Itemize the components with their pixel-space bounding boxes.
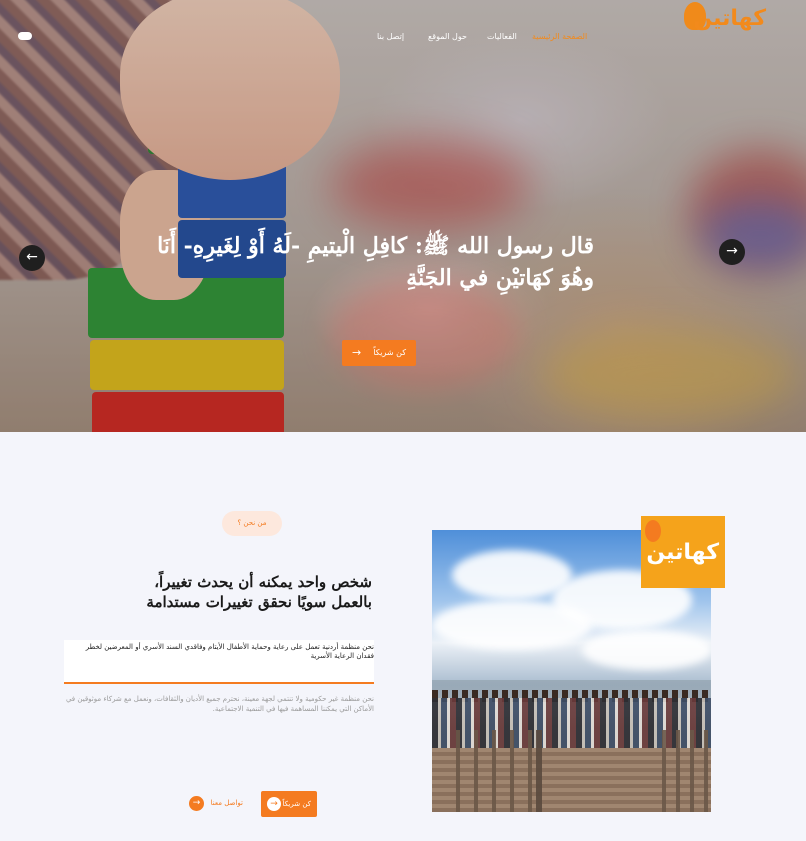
logo-text: كهاتين xyxy=(693,6,766,31)
logo-badge: كهاتين xyxy=(641,516,725,588)
photo-railing xyxy=(442,730,542,812)
nav-item-contact[interactable]: إتصل بنا xyxy=(377,32,404,41)
arrow-right-icon: → xyxy=(189,796,204,811)
about-heading-line2: بالعمل سويًا نحقق تغييرات مستدامة xyxy=(146,593,372,611)
hero-partner-button-label: كن شريكاً xyxy=(373,348,406,357)
about-highlight-box: نحن منظمة أردنية تعمل على رعاية وحماية ا… xyxy=(64,640,374,684)
about-heading-line1: شخص واحد يمكنه أن يحدث تغييراً، xyxy=(154,573,372,591)
arrow-right-icon: → xyxy=(726,243,738,259)
hero-overlay xyxy=(0,0,806,432)
hero-partner-button[interactable]: كن شريكاً → xyxy=(342,340,416,366)
about-highlight-text: نحن منظمة أردنية تعمل على رعاية وحماية ا… xyxy=(85,643,374,660)
photo-cloud xyxy=(432,600,592,650)
partner-button-label: كن شريكاً xyxy=(282,800,311,808)
nav-item-events[interactable]: الفعاليات xyxy=(487,32,517,41)
carousel-prev-button[interactable]: ← xyxy=(19,245,45,271)
arrow-right-icon: → xyxy=(352,346,362,359)
about-heading: شخص واحد يمكنه أن يحدث تغييراً، بالعمل س… xyxy=(80,572,372,612)
about-pill-badge: من نحن ؟ xyxy=(222,511,282,536)
arrow-left-icon: ← xyxy=(26,249,38,265)
nav-item-home[interactable]: الصفحة الرئيسية xyxy=(532,32,587,41)
logo-badge-text: كهاتين xyxy=(646,540,719,565)
nav-item-about[interactable]: حول الموقع xyxy=(428,32,467,41)
about-description: نحن منظمة غير حكومية ولا تنتمي لجهة معين… xyxy=(65,695,374,713)
photo-railing xyxy=(652,730,711,812)
logo-hand-icon xyxy=(645,520,661,542)
carousel-next-button[interactable]: → xyxy=(719,239,745,265)
arrow-right-icon: → xyxy=(267,797,281,811)
partner-button[interactable]: → كن شريكاً xyxy=(261,791,317,817)
photo-cloud xyxy=(582,630,711,670)
hero-title: قال رسول الله ﷺ: كافِلِ الْيتيمِ -لَهُ أ… xyxy=(157,233,594,291)
contact-button-label: تواصل معنا xyxy=(210,799,243,807)
hero-banner: كهاتين الصفحة الرئيسية الفعاليات حول الم… xyxy=(0,0,806,432)
menu-toggle-icon[interactable] xyxy=(18,32,32,40)
contact-button[interactable]: → تواصل معنا xyxy=(189,796,245,812)
